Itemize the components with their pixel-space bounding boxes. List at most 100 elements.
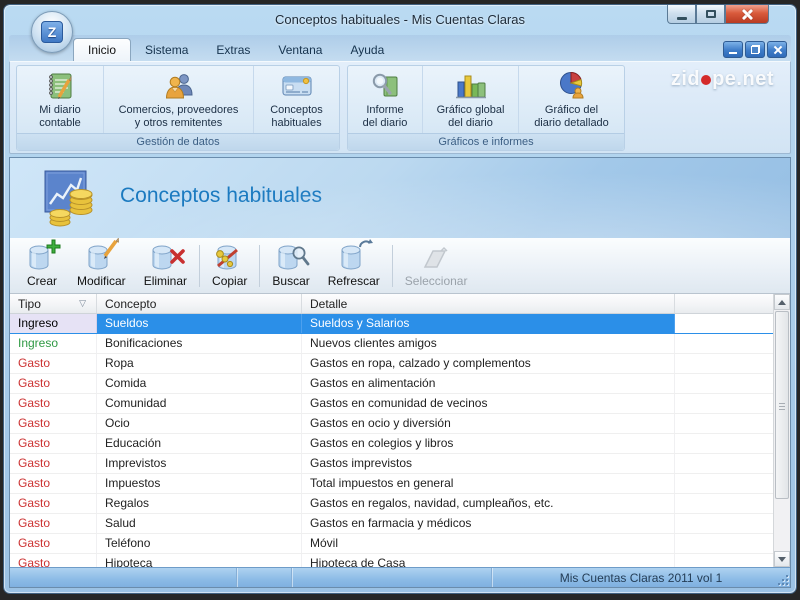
cell-detalle: Móvil (302, 534, 675, 553)
cell-filler (675, 434, 773, 453)
app-window: Z Conceptos habituales - Mis Cuentas Cla… (0, 0, 800, 600)
ribbon-button-conceptos-habituales[interactable]: Conceptos habituales (253, 66, 339, 133)
close-icon (741, 8, 753, 20)
table-row[interactable]: Gasto Imprevistos Gastos imprevistos (10, 454, 773, 474)
column-header-concepto[interactable]: Concepto (97, 294, 302, 313)
cell-tipo: Gasto (10, 454, 97, 473)
tab-extras[interactable]: Extras (202, 39, 264, 61)
scrollbar-track[interactable] (774, 310, 790, 551)
ribbon-button-grafico-global[interactable]: Gráfico global del diario (422, 66, 518, 133)
cell-detalle: Hipoteca de Casa (302, 554, 675, 567)
mdi-minimize-button[interactable] (723, 41, 743, 58)
vertical-scrollbar[interactable] (773, 294, 790, 567)
table-body: Ingreso Sueldos Sueldos y Salarios Ingre… (10, 314, 773, 567)
table-row[interactable]: Ingreso Sueldos Sueldos y Salarios (10, 314, 773, 334)
cell-filler (675, 514, 773, 533)
scroll-down-button[interactable] (774, 551, 790, 567)
ribbon-tab-bar: Inicio Sistema Extras Ventana Ayuda (9, 35, 791, 61)
ribbon-button-label: del diario (362, 117, 408, 129)
table-row[interactable]: Gasto Impuestos Total impuestos en gener… (10, 474, 773, 494)
toolbar-button-label: Buscar (272, 274, 310, 288)
page-title: Conceptos habituales (120, 184, 322, 207)
scroll-up-button[interactable] (774, 294, 790, 310)
brand-text: pe.net (712, 68, 774, 90)
cell-tipo: Gasto (10, 534, 97, 553)
status-panel (292, 568, 492, 587)
cell-filler (675, 554, 773, 567)
eliminar-button[interactable]: Eliminar (135, 241, 196, 291)
maximize-icon (705, 10, 716, 18)
table-row[interactable]: Gasto Comida Gastos en alimentación (10, 374, 773, 394)
crear-button[interactable]: Crear (16, 239, 68, 291)
toolbar-separator (391, 245, 393, 287)
cell-concepto: Bonificaciones (97, 334, 302, 353)
cell-detalle: Gastos en regalos, navidad, cumpleaños, … (302, 494, 675, 513)
ribbon-button-label: Conceptos (270, 104, 323, 116)
column-header-detalle[interactable]: Detalle (302, 294, 675, 313)
minimize-button[interactable] (667, 5, 696, 24)
modificar-button[interactable]: Modificar (68, 238, 135, 291)
cell-detalle: Gastos imprevistos (302, 454, 675, 473)
window-controls (667, 5, 769, 24)
minimize-icon (676, 16, 687, 20)
cell-concepto: Salud (97, 514, 302, 533)
table-row[interactable]: Gasto Comunidad Gastos en comunidad de v… (10, 394, 773, 414)
credit-card-icon (280, 68, 314, 104)
cell-concepto: Educación (97, 434, 302, 453)
cell-tipo: Gasto (10, 554, 97, 567)
ribbon-button-comercios-proveedores[interactable]: Comercios, proveedores y otros remitente… (103, 66, 253, 133)
mdi-restore-button[interactable] (745, 41, 765, 58)
cell-detalle: Gastos en ocio y diversión (302, 414, 675, 433)
table-row[interactable]: Gasto Ocio Gastos en ocio y diversión (10, 414, 773, 434)
copiar-button[interactable]: Copiar (203, 241, 256, 291)
tab-ventana[interactable]: Ventana (264, 39, 336, 61)
tab-sistema[interactable]: Sistema (131, 39, 202, 61)
ribbon-group-label: Gráficos e informes (348, 133, 624, 150)
cell-filler (675, 374, 773, 393)
column-header-tipo[interactable]: Tipo ▽ (10, 294, 97, 313)
ribbon-button-grafico-detallado[interactable]: Gráfico del diario detallado (518, 66, 624, 133)
cell-filler (675, 314, 773, 333)
table-row[interactable]: Gasto Hipoteca Hipoteca de Casa (10, 554, 773, 567)
copy-icon (213, 242, 247, 274)
maximize-button[interactable] (696, 5, 725, 24)
cell-tipo: Gasto (10, 434, 97, 453)
pie-chart-icon (556, 68, 588, 104)
table-row[interactable]: Gasto Educación Gastos en colegios y lib… (10, 434, 773, 454)
cell-detalle: Gastos en colegios y libros (302, 434, 675, 453)
scrollbar-thumb[interactable] (775, 311, 789, 499)
table-row[interactable]: Gasto Regalos Gastos en regalos, navidad… (10, 494, 773, 514)
tab-ayuda[interactable]: Ayuda (336, 39, 398, 61)
buscar-button[interactable]: Buscar (263, 241, 318, 291)
sort-descending-icon: ▽ (79, 298, 86, 308)
mdi-close-button[interactable] (767, 41, 787, 58)
ribbon-button-label: habituales (271, 117, 322, 129)
ribbon-button-label: del diario (448, 117, 493, 129)
refrescar-button[interactable]: Refrescar (319, 239, 389, 291)
ribbon-group-graficos-e-informes: Informe del diario Gráfico global del di… (347, 65, 625, 151)
table-row[interactable]: Gasto Salud Gastos en farmacia y médicos (10, 514, 773, 534)
toolbar-button-label: Crear (26, 274, 57, 288)
tab-inicio[interactable]: Inicio (73, 38, 132, 61)
table-row[interactable]: Ingreso Bonificaciones Nuevos clientes a… (10, 334, 773, 354)
cell-concepto: Sueldos (97, 314, 302, 333)
brand-text: zid (670, 68, 701, 90)
toolbar-button-label: Copiar (212, 274, 248, 288)
mdi-restore-icon (750, 45, 760, 54)
ribbon-group-label: Gestión de datos (17, 133, 339, 150)
resize-grip[interactable] (775, 572, 788, 585)
chart-coins-icon (40, 166, 102, 235)
ribbon-button-informe-del-diario[interactable]: Informe del diario (348, 66, 422, 133)
edit-icon (84, 238, 120, 274)
ribbon-button-mi-diario-contable[interactable]: Mi diario contable (17, 66, 103, 133)
close-button[interactable] (725, 5, 769, 24)
toolbar-button-label: Seleccionar (404, 274, 468, 288)
app-menu-button[interactable]: Z (31, 11, 73, 53)
report-magnifier-icon (369, 68, 401, 104)
title-bar[interactable]: Z Conceptos habituales - Mis Cuentas Cla… (9, 5, 791, 53)
table-row[interactable]: Gasto Teléfono Móvil (10, 534, 773, 554)
table-row[interactable]: Gasto Ropa Gastos en ropa, calzado y com… (10, 354, 773, 374)
mdi-window-controls (723, 41, 787, 58)
action-toolbar: Crear Modificar Eliminar Copiar Buscar R… (10, 238, 790, 294)
cell-tipo: Ingreso (10, 314, 97, 333)
